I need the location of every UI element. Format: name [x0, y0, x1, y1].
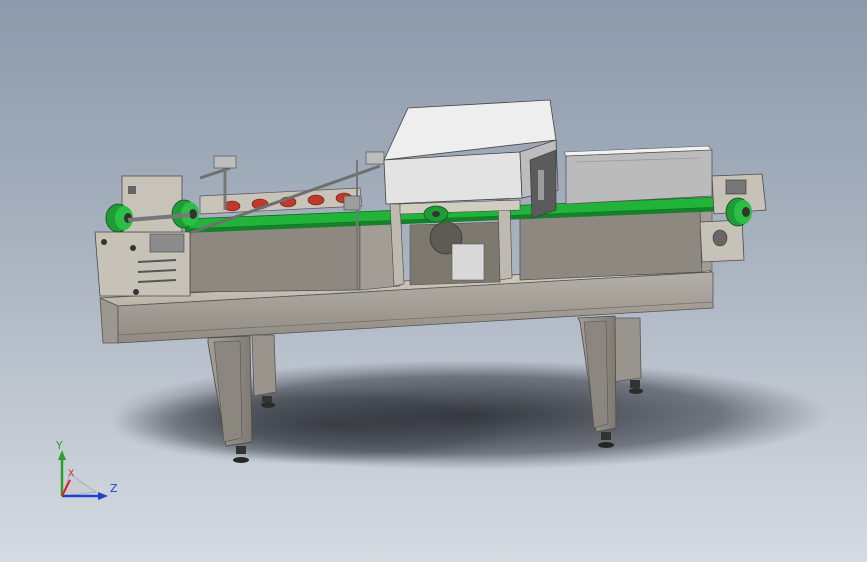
center-pulley — [423, 205, 449, 223]
x-axis-label: X — [68, 469, 74, 479]
conveyor-machine-model[interactable] — [0, 0, 867, 562]
graphics-viewport[interactable]: Y X Z — [0, 0, 867, 562]
z-axis-label: Z — [110, 482, 118, 495]
infeed-end-assembly — [94, 175, 199, 297]
drive-pulley-outfeed — [725, 197, 752, 227]
outfeed-cover[interactable] — [563, 145, 713, 205]
orientation-triad[interactable]: Y X Z — [40, 440, 120, 510]
y-axis-label: Y — [55, 440, 63, 452]
z-axis-arrow — [98, 492, 108, 500]
